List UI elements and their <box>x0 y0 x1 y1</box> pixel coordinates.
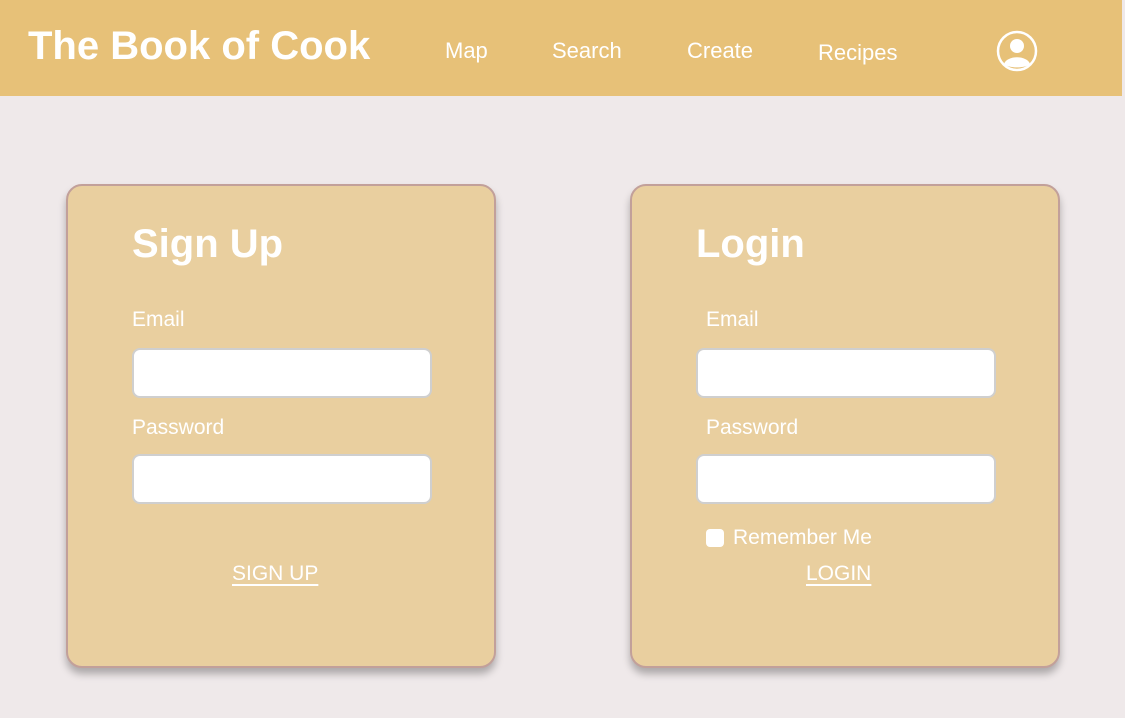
nav-link-map[interactable]: Map <box>445 38 488 64</box>
signup-password-label: Password <box>132 416 225 439</box>
login-email-input[interactable] <box>696 348 996 398</box>
login-password-label: Password <box>706 416 799 439</box>
login-button[interactable]: LOGIN <box>806 562 871 586</box>
nav-link-search[interactable]: Search <box>552 38 622 64</box>
signup-card: Sign Up Email Password SIGN UP <box>66 184 496 668</box>
remember-me-row: Remember Me <box>706 526 872 550</box>
top-nav-bar: The Book of Cook Map Search Create Recip… <box>0 0 1122 96</box>
signup-email-input[interactable] <box>132 348 432 398</box>
login-card: Login Email Password Remember Me LOGIN <box>630 184 1060 668</box>
nav-link-create[interactable]: Create <box>687 38 753 64</box>
remember-me-label: Remember Me <box>733 526 872 549</box>
brand-title: The Book of Cook <box>28 24 371 68</box>
login-password-input[interactable] <box>696 454 996 504</box>
user-circle-icon[interactable] <box>996 30 1038 72</box>
remember-me-checkbox[interactable] <box>706 529 724 547</box>
signup-password-input[interactable] <box>132 454 432 504</box>
signup-title: Sign Up <box>132 222 284 266</box>
login-email-label: Email <box>706 308 759 331</box>
login-title: Login <box>696 222 805 266</box>
nav-link-recipes[interactable]: Recipes <box>818 40 897 66</box>
signup-email-label: Email <box>132 308 185 331</box>
signup-button[interactable]: SIGN UP <box>232 562 318 586</box>
